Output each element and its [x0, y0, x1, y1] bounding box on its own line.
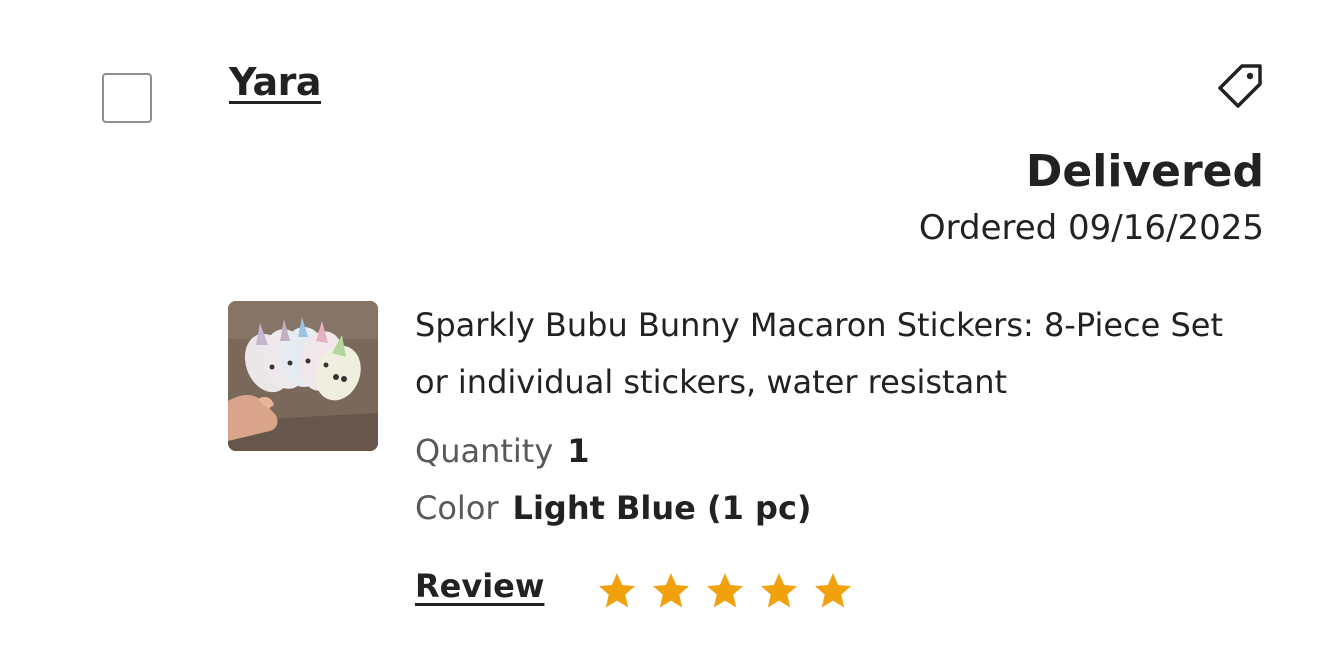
star-rating[interactable] [596, 570, 854, 612]
product-image [228, 301, 378, 451]
quantity-label: Quantity [415, 432, 554, 470]
tag-icon[interactable] [1212, 58, 1268, 114]
product-title[interactable]: Sparkly Bubu Bunny Macaron Stickers: 8-P… [415, 297, 1265, 411]
order-select-checkbox[interactable] [102, 73, 152, 123]
star-icon[interactable] [758, 570, 800, 612]
star-icon[interactable] [812, 570, 854, 612]
star-icon[interactable] [650, 570, 692, 612]
order-status: Delivered [1025, 146, 1264, 197]
product-thumbnail[interactable] [228, 301, 378, 451]
star-icon[interactable] [704, 570, 746, 612]
color-row: Color Light Blue (1 pc) [415, 489, 812, 527]
color-label: Color [415, 489, 499, 527]
quantity-row: Quantity 1 [415, 432, 590, 470]
quantity-value: 1 [567, 432, 590, 470]
review-link[interactable]: Review [415, 567, 544, 605]
star-icon[interactable] [596, 570, 638, 612]
order-date: Ordered 09/16/2025 [918, 208, 1264, 248]
buyer-name-text: Yara [229, 60, 322, 104]
color-value: Light Blue (1 pc) [512, 489, 812, 527]
redacted-name-area [333, 67, 454, 102]
buyer-name-link[interactable]: Yara [229, 60, 454, 104]
